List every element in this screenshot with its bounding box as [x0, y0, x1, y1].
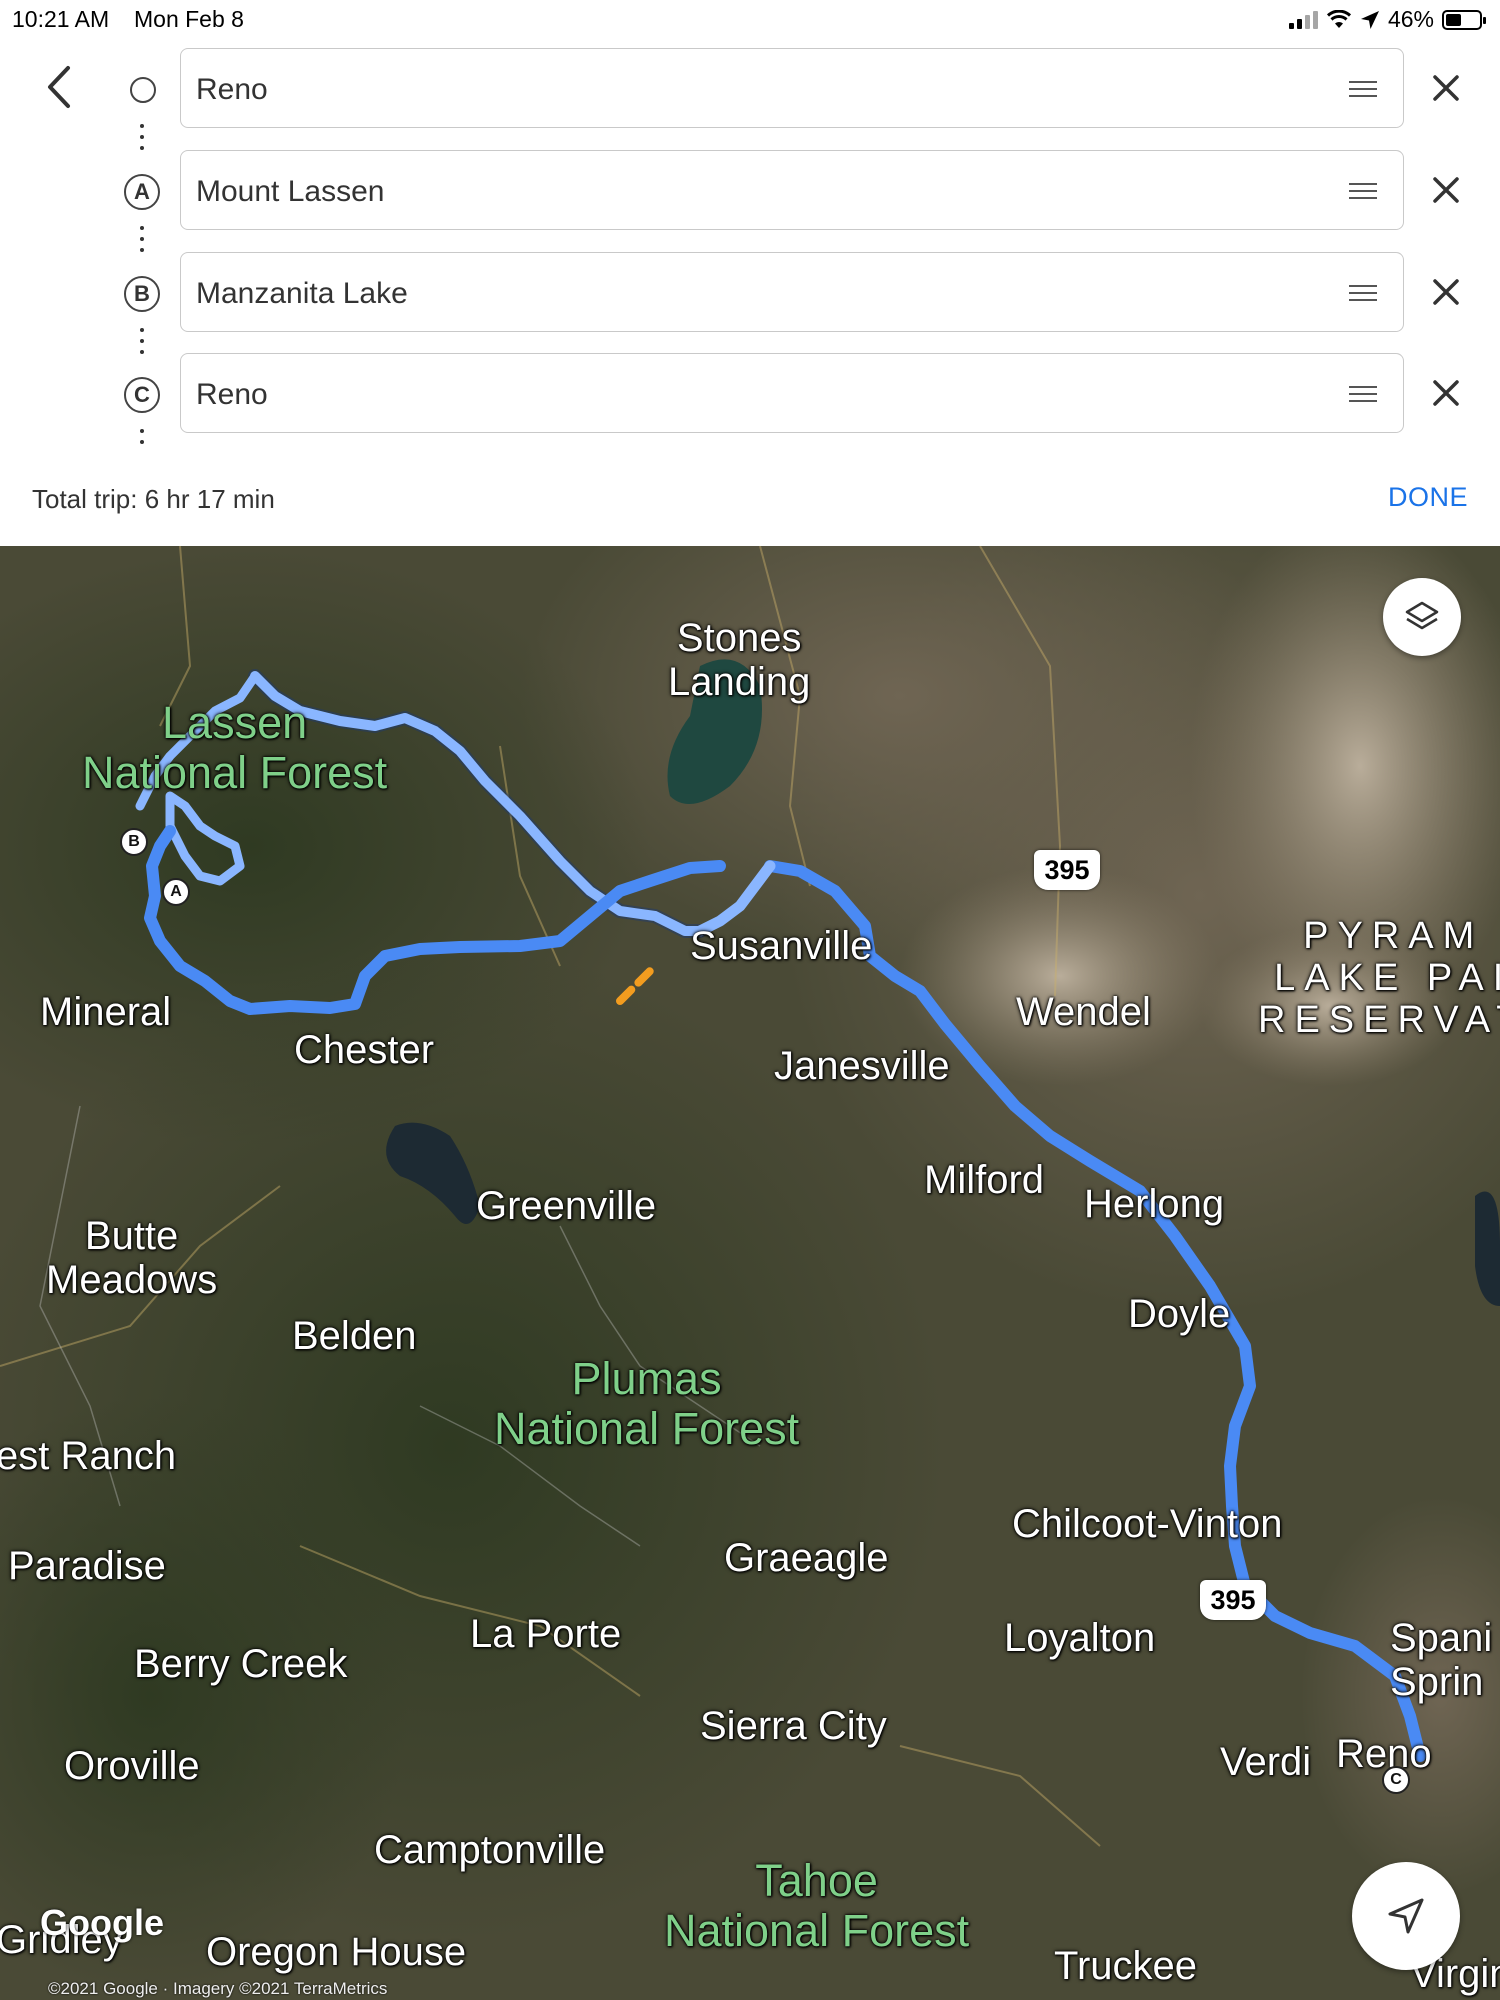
stop-field[interactable]: Mount Lassen: [180, 150, 1404, 230]
place-label: Herlong: [1084, 1182, 1225, 1226]
total-trip-text: Total trip: 6 hr 17 min: [32, 484, 275, 514]
place-label: Spani Sprin: [1390, 1616, 1493, 1704]
place-label: Camptonville: [374, 1828, 606, 1872]
navigation-arrow-icon: [1388, 1898, 1424, 1934]
stop-row-origin: Reno: [0, 48, 1500, 150]
stop-value: Mount Lassen: [196, 175, 385, 208]
stop-pin-b[interactable]: B: [120, 828, 148, 856]
stop-marker-a: A: [124, 174, 160, 210]
forest-label: Tahoe National Forest: [664, 1855, 970, 1956]
place-label: Paradise: [8, 1544, 166, 1588]
location-arrow-icon: [1360, 10, 1379, 29]
stop-pin-c[interactable]: C: [1382, 1766, 1410, 1794]
place-label: Loyalton: [1004, 1616, 1156, 1660]
stop-marker-c: C: [124, 377, 160, 413]
layers-button[interactable]: [1383, 578, 1461, 656]
place-label: est Ranch: [0, 1434, 177, 1478]
stop-pin-a[interactable]: A: [162, 878, 190, 906]
forest-label: Plumas National Forest: [494, 1353, 800, 1454]
stop-row-b: B Manzanita Lake: [0, 252, 1500, 354]
place-label: Oregon House: [206, 1930, 467, 1974]
layers-icon: [1405, 601, 1439, 630]
cellular-signal-icon: [1288, 10, 1318, 29]
stop-row-c: C Reno: [0, 353, 1500, 444]
battery-level: [1446, 13, 1461, 26]
place-label: Janesville: [774, 1044, 950, 1088]
route-dots: [140, 429, 144, 451]
place-label: Greenville: [476, 1184, 657, 1228]
stop-value: Reno: [196, 378, 268, 411]
stop-value: Manzanita Lake: [196, 277, 408, 310]
status-indicators: 46%: [1288, 6, 1486, 33]
close-icon[interactable]: [1426, 272, 1466, 312]
status-date: Mon Feb 8: [134, 6, 244, 32]
map-copyright: ©2021 Google · Imagery ©2021 TerraMetric…: [48, 1979, 388, 1998]
place-label: Truckee: [1054, 1944, 1198, 1988]
highway-shield: 395: [1034, 850, 1100, 890]
drag-handle-icon[interactable]: [1349, 183, 1377, 204]
place-label: Wendel: [1016, 990, 1151, 1034]
place-label: Chester: [294, 1028, 435, 1072]
battery-percent: 46%: [1387, 6, 1434, 32]
google-logo: Google: [40, 1902, 164, 1943]
status-time: 10:21 AM: [12, 6, 110, 32]
place-label: Stones Landing: [668, 616, 811, 704]
place-label: Oroville: [64, 1744, 200, 1788]
place-label: La Porte: [470, 1612, 622, 1656]
stop-field[interactable]: Manzanita Lake: [180, 252, 1404, 332]
place-label: Doyle: [1128, 1292, 1231, 1336]
drag-handle-icon[interactable]: [1349, 386, 1377, 407]
place-label: Milford: [924, 1158, 1045, 1202]
my-location-button[interactable]: [1352, 1862, 1460, 1970]
origin-marker-icon: [130, 77, 156, 103]
forest-label: Lassen National Forest: [82, 697, 388, 798]
place-label: Susanville: [690, 924, 873, 968]
place-label: Mineral: [40, 990, 172, 1034]
status-bar: 10:21 AM Mon Feb 8 46%: [0, 0, 1500, 40]
place-label: Belden: [292, 1314, 417, 1358]
place-label: Butte Meadows: [46, 1214, 218, 1302]
map-view[interactable]: Stones Landing Lassen National Forest Su…: [0, 546, 1500, 2000]
close-icon[interactable]: [1426, 68, 1466, 108]
wifi-icon: [1326, 9, 1351, 28]
battery-icon: [1442, 9, 1486, 30]
stop-value: Reno: [196, 73, 268, 106]
place-label: Chilcoot-Vinton: [1012, 1502, 1283, 1546]
drag-handle-icon[interactable]: [1349, 285, 1377, 306]
place-label: Sierra City: [700, 1704, 887, 1748]
place-label: Berry Creek: [134, 1642, 348, 1686]
stop-marker-b: B: [124, 276, 160, 312]
place-label: Graeagle: [724, 1536, 889, 1580]
place-label: Reno: [1336, 1732, 1432, 1776]
done-button[interactable]: DONE: [1388, 482, 1468, 513]
highway-shield: 395: [1200, 1580, 1266, 1620]
stop-field[interactable]: Reno: [180, 353, 1404, 433]
close-icon[interactable]: [1426, 170, 1466, 210]
stop-field[interactable]: Reno: [180, 48, 1404, 128]
close-icon[interactable]: [1426, 373, 1466, 413]
stop-row-a: A Mount Lassen: [0, 150, 1500, 252]
drag-handle-icon[interactable]: [1349, 81, 1377, 102]
place-label: Verdi: [1220, 1740, 1312, 1784]
place-label: PYRAM LAKE PAI RESERVAT: [1258, 915, 1500, 1041]
